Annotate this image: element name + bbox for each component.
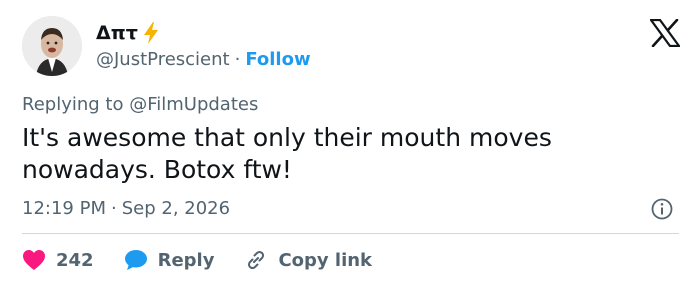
display-name[interactable]: Δπτ bbox=[96, 21, 160, 45]
avatar-image bbox=[22, 16, 82, 76]
copy-link-button[interactable]: Copy link bbox=[244, 248, 372, 272]
reply-button[interactable]: Reply bbox=[124, 249, 215, 271]
reply-label: Reply bbox=[157, 249, 215, 271]
divider bbox=[22, 233, 679, 234]
tweet-text: It's awesome that only their mouth moves… bbox=[22, 123, 552, 184]
chat-bubble-icon bbox=[124, 250, 147, 270]
link-icon bbox=[248, 250, 265, 270]
heart-icon bbox=[23, 250, 45, 270]
like-count: 242 bbox=[56, 249, 94, 271]
x-logo-icon[interactable] bbox=[650, 19, 680, 47]
author-handle[interactable]: @JustPrescient bbox=[96, 49, 230, 70]
like-button[interactable]: 242 bbox=[22, 249, 94, 271]
follow-button[interactable]: Follow bbox=[245, 49, 310, 70]
tweet-date: Sep 2, 2026 bbox=[121, 198, 231, 219]
reply-mention-link[interactable]: @FilmUpdates bbox=[129, 94, 258, 115]
reply-context-prefix: Replying to bbox=[22, 94, 130, 115]
display-name-text: Δπτ bbox=[96, 22, 138, 44]
tweet-time: 12:19 PM bbox=[22, 198, 106, 219]
separator-dot: · bbox=[234, 49, 241, 70]
copy-link-label: Copy link bbox=[278, 249, 373, 271]
avatar[interactable] bbox=[22, 16, 82, 76]
reply-context: Replying to @FilmUpdates bbox=[22, 93, 258, 117]
lightning-bolt-icon bbox=[143, 22, 158, 44]
action-bar: 242 Reply Copy link bbox=[22, 246, 402, 274]
separator-dot: · bbox=[110, 198, 117, 219]
handle-row: @JustPrescient · Follow bbox=[96, 48, 311, 72]
tweet-timestamp[interactable]: 12:19 PM · Sep 2, 2026 bbox=[22, 197, 230, 221]
info-icon[interactable] bbox=[651, 198, 673, 220]
